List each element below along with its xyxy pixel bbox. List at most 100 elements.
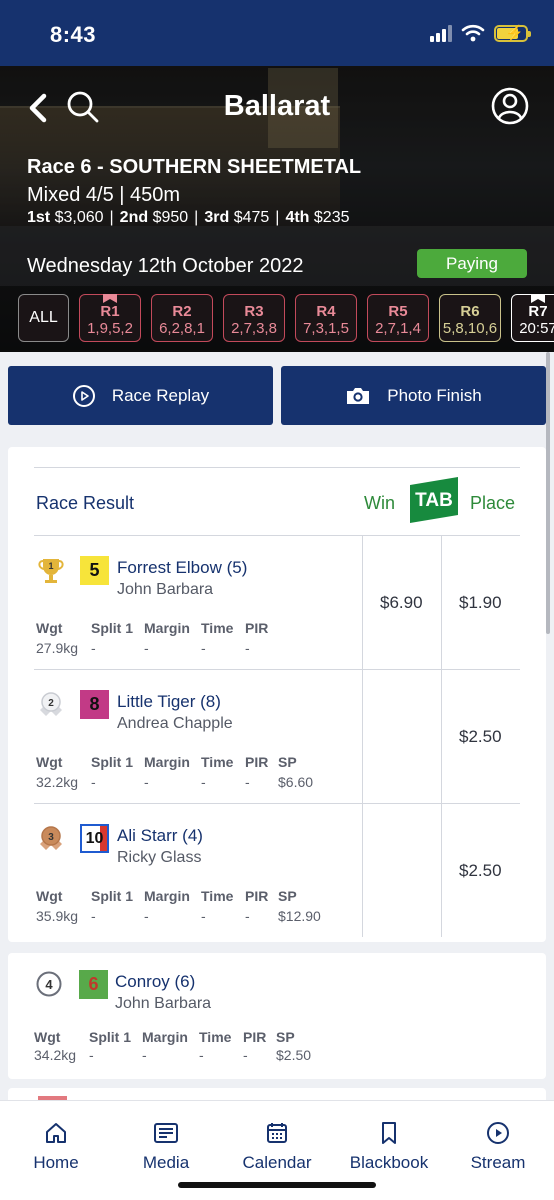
split-label: Split 1 bbox=[89, 1029, 132, 1045]
wgt-label: Wgt bbox=[36, 620, 63, 636]
svg-text:2: 2 bbox=[48, 698, 54, 709]
race-date: Wednesday 12th October 2022 bbox=[27, 255, 304, 277]
margin-value: - bbox=[144, 774, 149, 790]
time-value: - bbox=[199, 1047, 204, 1063]
position-badge-icon: 4 bbox=[36, 971, 62, 997]
race-tab-r5[interactable]: R5 2,7,1,4 bbox=[367, 294, 429, 342]
race-tab-result: 7,3,1,5 bbox=[303, 320, 349, 337]
wgt-label: Wgt bbox=[36, 888, 63, 904]
prize-amount: $475 bbox=[233, 209, 270, 226]
race-replay-button[interactable]: Race Replay bbox=[8, 366, 273, 425]
pir-value: - bbox=[243, 1047, 248, 1063]
wgt-value: 34.2kg bbox=[34, 1047, 77, 1063]
race-tab-all[interactable]: ALL bbox=[18, 294, 69, 342]
account-icon[interactable] bbox=[490, 86, 530, 126]
runner-name[interactable]: Little Tiger (8) bbox=[117, 692, 221, 712]
place-price: $2.50 bbox=[459, 727, 502, 746]
margin-label: Margin bbox=[144, 620, 190, 636]
prize-amount: $950 bbox=[152, 209, 189, 226]
prize-money: 1st $3,060 | 2nd $950 | 3rd $475 | 4th $235 bbox=[27, 209, 350, 226]
race-tab-r3[interactable]: R3 2,7,3,8 bbox=[223, 294, 285, 342]
margin-value: - bbox=[142, 1047, 147, 1063]
trainer-name: John Barbara bbox=[117, 581, 214, 598]
calendar-icon bbox=[267, 1123, 287, 1143]
race-tab-label: R4 bbox=[316, 303, 336, 320]
play-circle-icon bbox=[72, 384, 95, 407]
race-tab-result: 2,7,1,4 bbox=[375, 320, 421, 337]
results-card: Race Result Win TAB Place 1 5 Forrest El… bbox=[8, 447, 546, 942]
sp-label: SP bbox=[276, 1029, 295, 1045]
nav-stream[interactable]: Stream bbox=[466, 1121, 530, 1173]
status-bar: 8:43 ⚡ bbox=[0, 0, 554, 66]
race-tab-result: 6,2,8,1 bbox=[159, 320, 205, 337]
wgt-value: 32.2kg bbox=[36, 774, 79, 790]
split-value: - bbox=[89, 1047, 94, 1063]
runner-name[interactable]: Forrest Elbow (5) bbox=[117, 558, 247, 578]
race-tab-r7[interactable]: R7 20:57 bbox=[511, 294, 554, 342]
nav-calendar[interactable]: Calendar bbox=[238, 1121, 316, 1173]
pir-label: PIR bbox=[245, 888, 269, 904]
prize-amount: $235 bbox=[313, 209, 350, 226]
svg-text:4: 4 bbox=[45, 977, 53, 992]
box-number: 10 bbox=[80, 824, 109, 853]
prize-amount: $3,060 bbox=[54, 209, 104, 226]
race-class: Mixed 4/5 | 450m bbox=[27, 184, 181, 206]
nav-label: Blackbook bbox=[349, 1153, 429, 1172]
nav-home[interactable]: Home bbox=[28, 1121, 84, 1173]
race-tab-label: R7 bbox=[528, 303, 548, 320]
result-row[interactable]: 3 10 Ali Starr (4) Ricky Glass Wgt Split… bbox=[34, 803, 520, 937]
time-value: - bbox=[201, 774, 206, 790]
pir-label: PIR bbox=[243, 1029, 267, 1045]
nav-label: Media bbox=[142, 1153, 190, 1172]
race-tab-label: R3 bbox=[244, 303, 264, 320]
race-tab-label: R6 bbox=[460, 303, 480, 320]
pir-label: PIR bbox=[245, 754, 269, 770]
prize-place: 3rd bbox=[204, 209, 230, 226]
status-badge: Paying bbox=[417, 249, 527, 278]
margin-label: Margin bbox=[144, 754, 190, 770]
nav-blackbook[interactable]: Blackbook bbox=[342, 1121, 436, 1173]
venue-title: Ballarat bbox=[223, 90, 331, 122]
race-tab-label: R5 bbox=[388, 303, 408, 320]
race-tab-result: 20:57 bbox=[519, 320, 554, 337]
sp-label: SP bbox=[278, 754, 297, 770]
race-tab-result: 2,7,3,8 bbox=[231, 320, 277, 337]
photo-finish-button[interactable]: Photo Finish bbox=[281, 366, 546, 425]
time-label: Time bbox=[201, 620, 234, 636]
photo-finish-label: Photo Finish bbox=[387, 385, 482, 405]
pir-value: - bbox=[245, 774, 250, 790]
split-label: Split 1 bbox=[91, 754, 134, 770]
race-tab-r2[interactable]: R2 6,2,8,1 bbox=[151, 294, 213, 342]
time-value: - bbox=[201, 640, 206, 656]
runner-name[interactable]: Ali Starr (4) bbox=[117, 826, 203, 846]
nav-label: Calendar bbox=[242, 1153, 312, 1172]
race-tab-result: 5,8,10,6 bbox=[442, 320, 498, 337]
box-number: 8 bbox=[80, 690, 109, 719]
time-label: Time bbox=[201, 754, 234, 770]
results-heading: Race Result bbox=[36, 493, 135, 513]
result-row[interactable]: 2 8 Little Tiger (8) Andrea Chapple Wgt … bbox=[34, 669, 520, 803]
sp-value: $6.60 bbox=[278, 774, 314, 790]
wgt-value: 27.9kg bbox=[36, 640, 79, 656]
media-icon bbox=[154, 1123, 178, 1143]
race-tab-r1[interactable]: R1 1,9,5,2 bbox=[79, 294, 141, 342]
nav-media[interactable]: Media bbox=[136, 1121, 196, 1173]
pir-value: - bbox=[245, 640, 250, 656]
race-tab-r4[interactable]: R4 7,3,1,5 bbox=[295, 294, 357, 342]
prize-place: 4th bbox=[285, 209, 310, 226]
margin-label: Margin bbox=[144, 888, 190, 904]
race-tab-label: R2 bbox=[172, 303, 192, 320]
result-row[interactable]: 4 6 Conroy (6) John Barbara Wgt Split 1 … bbox=[8, 953, 546, 1079]
race-name: Race 6 - SOUTHERN SHEETMETAL bbox=[27, 156, 362, 178]
race-tab-result: 1,9,5,2 bbox=[87, 320, 133, 337]
trainer-name: Andrea Chapple bbox=[117, 715, 233, 732]
runner-name[interactable]: Conroy (6) bbox=[115, 972, 195, 992]
scrollbar[interactable] bbox=[546, 352, 550, 634]
time-value: - bbox=[201, 908, 206, 924]
split-value: - bbox=[91, 640, 96, 656]
camera-icon bbox=[347, 387, 370, 404]
race-tab-r6[interactable]: R6 5,8,10,6 bbox=[439, 294, 501, 342]
result-row[interactable]: 1 5 Forrest Elbow (5) John Barbara Wgt S… bbox=[34, 535, 520, 669]
race-replay-label: Race Replay bbox=[111, 385, 210, 405]
pir-label: PIR bbox=[245, 620, 269, 636]
